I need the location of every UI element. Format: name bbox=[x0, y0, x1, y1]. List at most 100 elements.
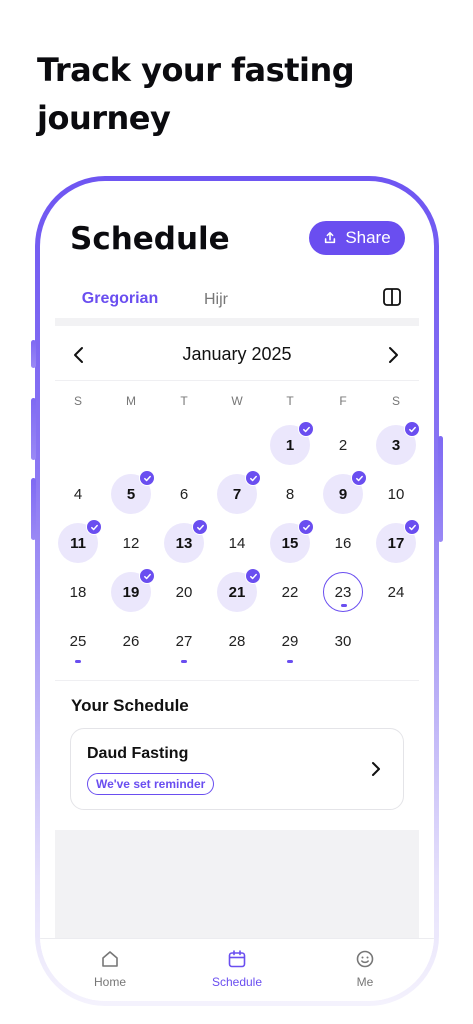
day-number: 22 bbox=[281, 583, 299, 601]
calendar-day[interactable]: 22 bbox=[270, 572, 310, 612]
calendar-day[interactable]: 14 bbox=[217, 523, 257, 563]
day-number: 19 bbox=[122, 583, 140, 601]
check-icon bbox=[298, 519, 314, 535]
calendar-day[interactable]: 5 bbox=[111, 470, 155, 514]
calendar-day[interactable]: 13 bbox=[164, 519, 208, 563]
calendar-day[interactable]: 9 bbox=[323, 470, 367, 514]
split-view-icon[interactable] bbox=[382, 287, 402, 307]
calendar-day[interactable]: 23 bbox=[323, 572, 363, 612]
day-number: 3 bbox=[391, 436, 401, 454]
day-number: 18 bbox=[69, 583, 87, 601]
side-button bbox=[31, 398, 36, 460]
day-number: 20 bbox=[175, 583, 193, 601]
check-icon bbox=[86, 519, 102, 535]
tab-hijr[interactable]: Hijr bbox=[176, 279, 256, 321]
day-number: 27 bbox=[175, 632, 193, 650]
calendar-day[interactable]: 11 bbox=[58, 519, 102, 563]
calendar-icon bbox=[228, 950, 246, 968]
weekday-label: S bbox=[391, 394, 400, 408]
day-number: 5 bbox=[126, 485, 136, 503]
day-number: 11 bbox=[70, 534, 86, 552]
calendar-day[interactable]: 4 bbox=[58, 474, 98, 514]
tab-gregorian[interactable]: Gregorian bbox=[64, 279, 176, 321]
weekday-label: S bbox=[73, 394, 82, 408]
check-icon bbox=[245, 470, 261, 486]
day-number: 29 bbox=[281, 632, 299, 650]
side-button bbox=[31, 340, 36, 368]
day-number: 6 bbox=[179, 485, 189, 503]
chevron-left-icon[interactable] bbox=[68, 344, 90, 366]
weekday-label: W bbox=[231, 394, 243, 408]
day-number: 30 bbox=[334, 632, 352, 650]
calendar-day[interactable]: 16 bbox=[323, 523, 363, 563]
month-label: January 2025 bbox=[182, 344, 292, 364]
screen-title: Schedule bbox=[70, 221, 230, 257]
calendar-day[interactable]: 17 bbox=[376, 519, 420, 563]
share-label: Share bbox=[345, 228, 391, 247]
home-icon bbox=[102, 951, 118, 967]
nav-home[interactable]: Home bbox=[70, 949, 150, 989]
calendar-day[interactable]: 7 bbox=[217, 470, 261, 514]
day-number: 4 bbox=[73, 485, 83, 503]
calendar-day[interactable]: 8 bbox=[270, 474, 310, 514]
calendar-day[interactable]: 1 bbox=[270, 421, 314, 465]
calendar-day[interactable]: 30 bbox=[323, 621, 363, 661]
month-navigation: January 2025 bbox=[55, 340, 419, 370]
calendar-day[interactable]: 25 bbox=[58, 621, 98, 663]
nav-schedule[interactable]: Schedule bbox=[197, 949, 277, 989]
scheduled-dot bbox=[75, 660, 81, 663]
day-number: 9 bbox=[338, 485, 348, 503]
check-icon bbox=[245, 568, 261, 584]
scheduled-dot bbox=[181, 660, 187, 663]
day-number: 13 bbox=[175, 534, 193, 552]
scheduled-dot bbox=[287, 660, 293, 663]
day-number: 17 bbox=[387, 534, 405, 552]
smiley-icon bbox=[356, 950, 374, 968]
divider bbox=[55, 680, 419, 681]
day-number: 21 bbox=[228, 583, 246, 601]
nav-me[interactable]: Me bbox=[325, 949, 405, 989]
divider bbox=[55, 380, 419, 381]
calendar-day[interactable]: 15 bbox=[270, 519, 314, 563]
side-button bbox=[31, 478, 36, 540]
day-number: 12 bbox=[122, 534, 140, 552]
calendar-day[interactable]: 12 bbox=[111, 523, 151, 563]
calendar-day[interactable]: 24 bbox=[376, 572, 416, 612]
calendar-day[interactable]: 20 bbox=[164, 572, 204, 612]
day-number: 26 bbox=[122, 632, 140, 650]
calendar-day[interactable]: 3 bbox=[376, 421, 420, 465]
calendar-day[interactable]: 29 bbox=[270, 621, 310, 663]
calendar-card: January 2025 SMTWTFS 1 2 3 4 5 6 7 8 9 10 11 12 13 14… bbox=[55, 326, 420, 830]
calendar-day[interactable]: 19 bbox=[111, 568, 155, 612]
calendar-day[interactable]: 26 bbox=[111, 621, 151, 661]
your-schedule-title: Your Schedule bbox=[71, 696, 189, 715]
check-icon bbox=[298, 421, 314, 437]
calendar-day[interactable]: 28 bbox=[217, 621, 257, 661]
day-number: 15 bbox=[281, 534, 299, 552]
check-icon bbox=[192, 519, 208, 535]
calendar-day[interactable]: 6 bbox=[164, 474, 204, 514]
check-icon bbox=[404, 519, 420, 535]
schedule-card[interactable]: Daud Fasting We've set reminder bbox=[70, 728, 404, 810]
calendar-day[interactable]: 10 bbox=[376, 474, 416, 514]
weekday-label: T bbox=[286, 394, 294, 408]
calendar-day[interactable]: 21 bbox=[217, 568, 261, 612]
day-number: 8 bbox=[285, 485, 295, 503]
phone-screen: Schedule Share Gregorian Hijr January 20… bbox=[40, 181, 434, 1001]
weekday-label: T bbox=[180, 394, 188, 408]
nav-me-label: Me bbox=[356, 975, 374, 989]
schedule-name: Daud Fasting bbox=[87, 745, 189, 762]
check-icon bbox=[139, 470, 155, 486]
chevron-right-icon[interactable] bbox=[382, 344, 404, 366]
calendar-day[interactable]: 27 bbox=[164, 621, 204, 663]
calendar-day[interactable]: 18 bbox=[58, 572, 98, 612]
check-icon bbox=[351, 470, 367, 486]
side-button bbox=[438, 436, 443, 542]
share-icon bbox=[325, 231, 336, 244]
share-button[interactable]: Share bbox=[309, 221, 405, 255]
weekday-label: M bbox=[126, 394, 136, 408]
day-number: 10 bbox=[387, 485, 405, 503]
check-icon bbox=[404, 421, 420, 437]
calendar-day[interactable]: 2 bbox=[323, 425, 363, 465]
phone-frame: Schedule Share Gregorian Hijr January 20… bbox=[35, 176, 439, 1006]
